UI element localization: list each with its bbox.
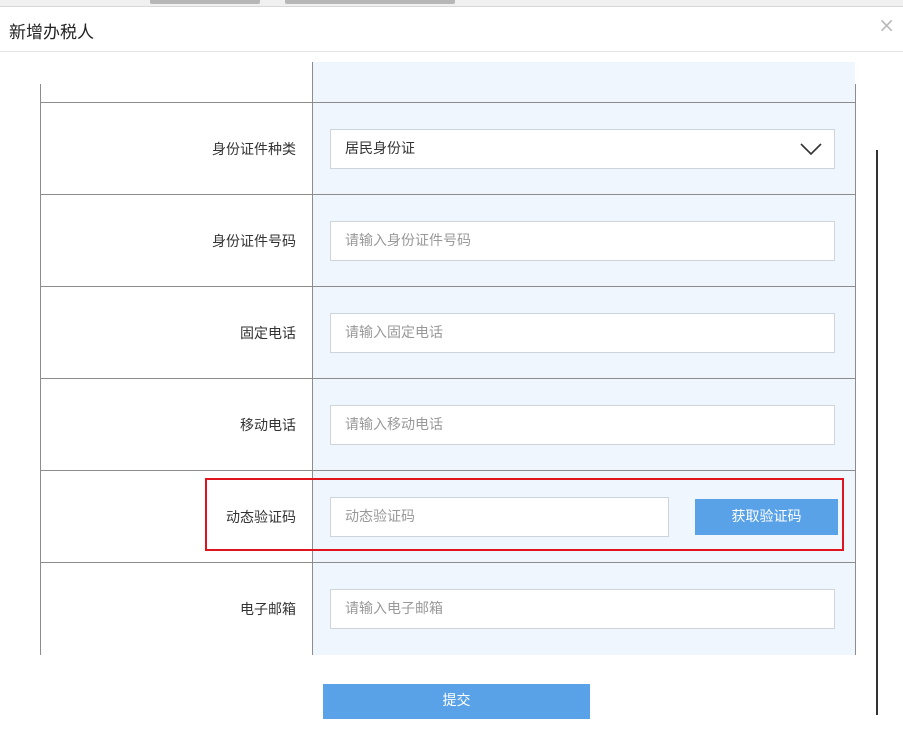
- id-type-label: 身份证件种类: [212, 142, 296, 158]
- form-row-id-type: 身份证件种类 居民身份证: [41, 102, 855, 195]
- label-cell: 身份证件种类: [41, 103, 313, 195]
- id-type-select[interactable]: 居民身份证: [330, 129, 835, 169]
- id-number-label: 身份证件号码: [212, 234, 296, 250]
- label-cell: 固定电话: [41, 287, 313, 379]
- mobile-label: 移动电话: [240, 418, 296, 434]
- background-text: [285, 0, 455, 4]
- taxpayer-form-table: 身份证件种类 居民身份证 身份证件号码 请输入身份证件号码 固定电话 请输入固定…: [40, 62, 856, 655]
- verify-code-highlight-box: [205, 478, 844, 551]
- background-page-strip: [0, 0, 903, 7]
- modal-title: 新增办税人: [9, 23, 94, 43]
- submit-button[interactable]: 提交: [323, 684, 590, 719]
- form-row-mobile: 移动电话 请输入移动电话: [41, 378, 855, 471]
- value-cell: 请输入身份证件号码: [313, 195, 855, 287]
- chevron-down-icon: [800, 143, 822, 156]
- value-cell: 请输入固定电话: [313, 287, 855, 379]
- label-cell: 身份证件号码: [41, 195, 313, 287]
- id-type-selected-value: 居民身份证: [345, 141, 415, 157]
- scrollbar[interactable]: [876, 150, 878, 715]
- label-cell: [41, 62, 313, 102]
- label-cell: 电子邮箱: [41, 563, 313, 655]
- email-label: 电子邮箱: [240, 602, 296, 618]
- modal-header: 新增办税人 ×: [0, 7, 903, 52]
- id-number-input[interactable]: 请输入身份证件号码: [330, 221, 835, 261]
- value-cell: 请输入电子邮箱: [313, 563, 855, 655]
- form-row-partial: [41, 62, 855, 102]
- landline-label: 固定电话: [240, 326, 296, 342]
- background-text: [150, 0, 260, 4]
- value-cell: 请输入移动电话: [313, 379, 855, 471]
- form-row-landline: 固定电话 请输入固定电话: [41, 286, 855, 379]
- value-cell: 居民身份证: [313, 103, 855, 195]
- email-input[interactable]: 请输入电子邮箱: [330, 589, 835, 629]
- form-row-email: 电子邮箱 请输入电子邮箱: [41, 562, 855, 655]
- mobile-input[interactable]: 请输入移动电话: [330, 405, 835, 445]
- label-cell: 移动电话: [41, 379, 313, 471]
- landline-input[interactable]: 请输入固定电话: [330, 313, 835, 353]
- close-icon[interactable]: ×: [878, 15, 895, 35]
- form-row-id-number: 身份证件号码 请输入身份证件号码: [41, 194, 855, 287]
- value-cell: [313, 62, 855, 102]
